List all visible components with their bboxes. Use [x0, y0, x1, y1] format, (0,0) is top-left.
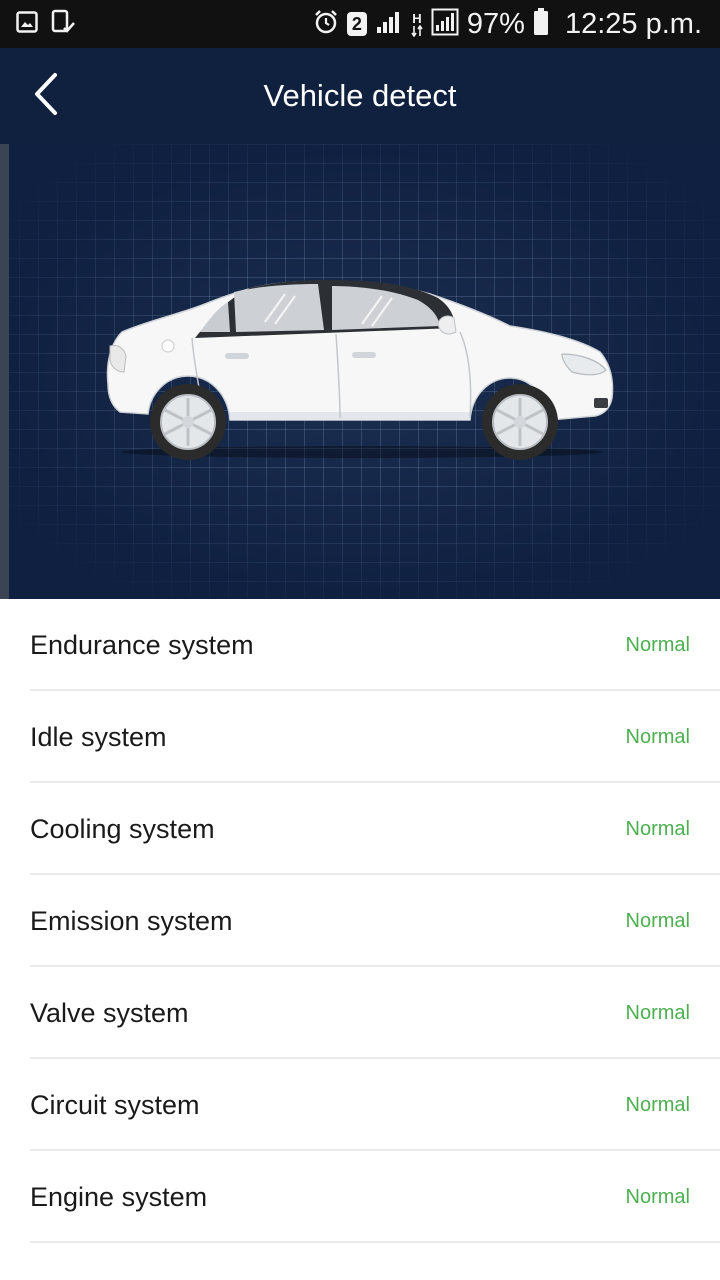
- phone-check-icon: [50, 9, 76, 40]
- signal-icon: [375, 9, 403, 40]
- list-item-valve-system[interactable]: Valve system Normal: [30, 967, 720, 1059]
- status-badge: Normal: [625, 1094, 690, 1116]
- vehicle-hero: [0, 144, 720, 599]
- system-label: Engine system: [30, 1182, 208, 1212]
- system-label: Endurance system: [30, 630, 254, 660]
- sim-slot-number: 2: [351, 13, 362, 34]
- status-bar: 2 H 97% 12:25 p.m.: [0, 0, 720, 48]
- image-icon: [16, 10, 38, 38]
- status-badge: Normal: [625, 910, 690, 932]
- status-badge: Normal: [625, 634, 690, 656]
- network-h-icon: H: [411, 12, 423, 37]
- system-label: Valve system: [30, 998, 189, 1028]
- system-label: Emission system: [30, 906, 233, 936]
- system-label: Cooling system: [30, 814, 215, 844]
- list-item-circuit-system[interactable]: Circuit system Normal: [30, 1059, 720, 1151]
- list-item-engine-system[interactable]: Engine system Normal: [30, 1151, 720, 1243]
- hero-edge: [0, 144, 9, 599]
- status-badge: Normal: [625, 1002, 690, 1024]
- page-title: Vehicle detect: [263, 78, 457, 113]
- status-badge: Normal: [625, 726, 690, 748]
- list-item-endurance-system[interactable]: Endurance system Normal: [30, 599, 720, 691]
- system-label: Idle system: [30, 722, 167, 752]
- clock: 12:25 p.m.: [564, 8, 702, 40]
- network-type-label: H: [412, 10, 422, 26]
- battery-percent: 97%: [466, 8, 525, 40]
- status-right: 2 H 97% 12:25 p.m.: [313, 0, 702, 48]
- systems-list: Endurance system Normal Idle system Norm…: [0, 599, 720, 1243]
- car-illustration: [100, 274, 620, 464]
- signal-icon: [431, 8, 459, 41]
- battery-icon: [533, 7, 549, 41]
- status-left: [0, 0, 76, 48]
- system-label: Circuit system: [30, 1090, 200, 1120]
- app-header: Vehicle detect: [0, 48, 720, 144]
- list-item-emission-system[interactable]: Emission system Normal: [30, 875, 720, 967]
- sim-2-icon: 2: [346, 12, 367, 36]
- list-item-idle-system[interactable]: Idle system Normal: [30, 691, 720, 783]
- status-badge: Normal: [625, 818, 690, 840]
- status-badge: Normal: [625, 1186, 690, 1208]
- list-item-cooling-system[interactable]: Cooling system Normal: [30, 783, 720, 875]
- alarm-icon: [313, 9, 339, 40]
